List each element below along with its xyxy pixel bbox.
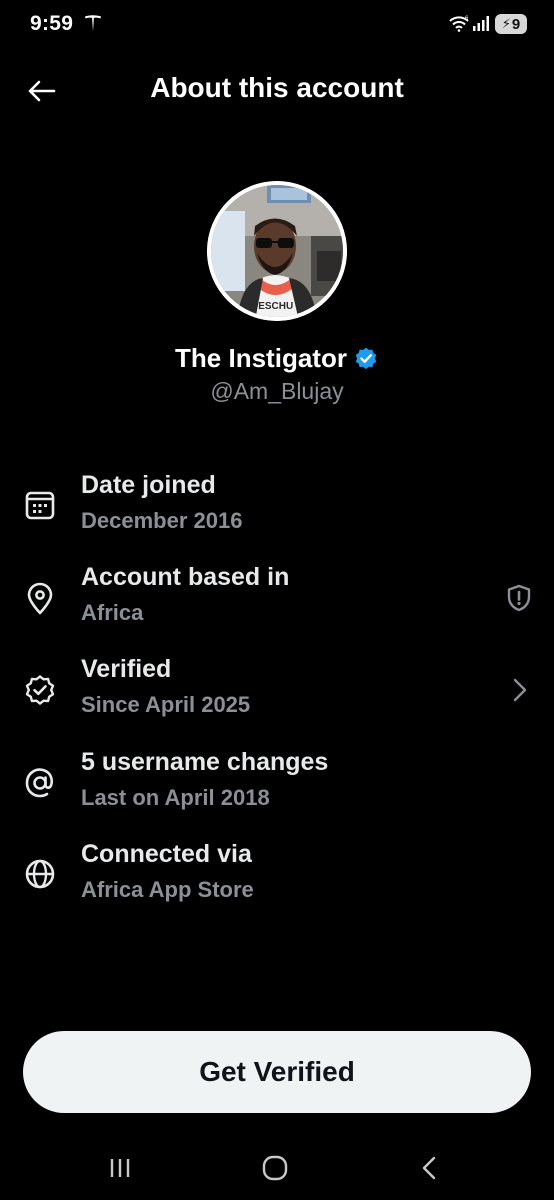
info-row-connected-via: Connected via Africa App Store — [0, 840, 554, 920]
info-row-date-joined: Date joined December 2016 — [0, 471, 554, 551]
verified-badge-icon — [355, 347, 377, 369]
get-verified-button[interactable]: Get Verified — [23, 1031, 531, 1113]
avatar-jersey-text: DESCHU — [251, 301, 293, 312]
verified-value: Since April 2025 — [81, 692, 251, 717]
recent-apps-button[interactable] — [98, 1146, 142, 1190]
nav-back-icon — [422, 1156, 436, 1180]
battery-level: 9 — [511, 15, 521, 33]
tesla-logo-icon — [84, 15, 102, 32]
username-changes-value: Last on April 2018 — [81, 785, 270, 810]
location-pin-icon — [27, 582, 53, 615]
charging-bolt-icon: ⚡ — [501, 16, 511, 31]
avatar-photo: DESCHU — [207, 181, 347, 321]
date-joined-label: Date joined — [81, 471, 216, 499]
cell-signal-icon — [473, 16, 489, 31]
battery-indicator: ⚡ 9 — [495, 14, 527, 34]
info-row-account-based-in: Account based in Africa — [0, 563, 554, 643]
recent-apps-icon — [110, 1159, 130, 1177]
status-bar: 9:59 6 ⚡ 9 — [0, 0, 554, 50]
globe-icon — [25, 859, 55, 889]
verified-check-icon — [25, 675, 55, 705]
verified-label: Verified — [81, 655, 172, 683]
status-time: 9:59 — [30, 12, 74, 35]
calendar-icon — [25, 491, 55, 520]
shield-alert-icon[interactable] — [504, 583, 534, 613]
display-name-row: The Instigator — [0, 343, 554, 374]
svg-text:6: 6 — [465, 16, 469, 22]
info-row-username-changes: 5 username changes Last on April 2018 — [0, 748, 554, 828]
account-based-in-value: Africa — [81, 600, 144, 625]
connected-via-label: Connected via — [81, 840, 252, 868]
at-sign-icon — [25, 768, 54, 798]
page-title-text: About this account — [150, 72, 404, 103]
page-title: About this account — [0, 72, 554, 104]
username-changes-label: 5 username changes — [81, 748, 329, 776]
account-based-in-label: Account based in — [81, 563, 290, 591]
home-button[interactable] — [253, 1146, 297, 1190]
chevron-right-icon — [513, 678, 527, 702]
info-row-verified[interactable]: Verified Since April 2025 — [0, 655, 554, 735]
home-icon — [262, 1155, 288, 1181]
wifi-icon: 6 — [449, 16, 469, 32]
nav-back-button[interactable] — [408, 1146, 452, 1190]
date-joined-value: December 2016 — [81, 508, 243, 533]
avatar[interactable]: DESCHU — [207, 181, 347, 321]
connected-via-value: Africa App Store — [81, 877, 254, 902]
username: @Am_Blujay — [210, 378, 344, 404]
display-name: The Instigator — [175, 343, 347, 373]
